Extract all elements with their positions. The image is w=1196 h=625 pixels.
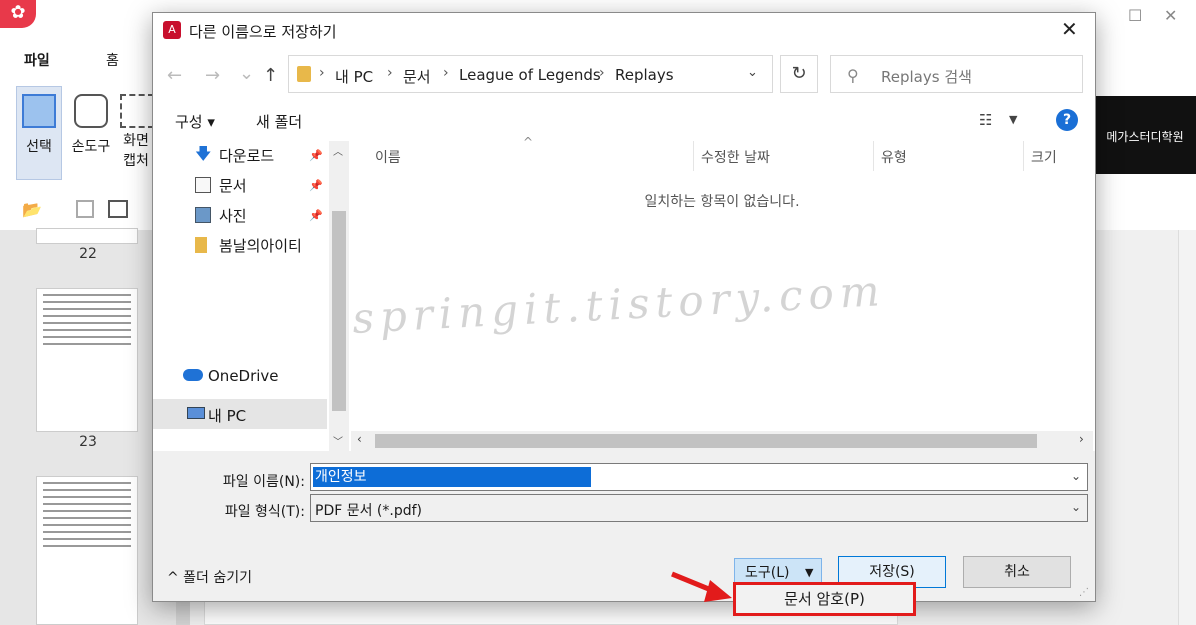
picture-icon: [195, 207, 211, 223]
list-scroll-thumb[interactable]: [375, 434, 1037, 448]
help-icon[interactable]: ?: [1056, 109, 1078, 131]
breadcrumb-separator: ›: [319, 65, 325, 81]
close-icon[interactable]: ✕: [1164, 6, 1177, 25]
breadcrumb-separator: ›: [387, 65, 393, 81]
column-divider: [1023, 141, 1024, 171]
empty-message: 일치하는 항목이 없습니다.: [644, 194, 800, 210]
address-bar[interactable]: › 내 PC › 문서 › League of Legends › Replay…: [288, 55, 773, 93]
download-icon: 🡇: [195, 144, 212, 163]
document-scrollbar[interactable]: [1178, 230, 1196, 625]
tool-capture-label-2: 캡처: [123, 153, 149, 169]
tool-select-label: 선택: [26, 139, 52, 155]
tools-button-label: 도구(L): [745, 565, 790, 581]
nav-item-onedrive[interactable]: OneDrive: [208, 367, 279, 385]
thumbnail-24[interactable]: [36, 476, 138, 625]
ribbon-tab-file[interactable]: 파일: [24, 50, 50, 70]
search-placeholder: Replays 검색: [881, 68, 972, 86]
breadcrumb-separator: ›: [599, 65, 605, 81]
scroll-down-icon[interactable]: ﹀: [333, 433, 343, 448]
close-icon[interactable]: ✕: [1061, 17, 1078, 41]
pin-icon: 📌: [309, 149, 323, 162]
nav-item-downloads[interactable]: 다운로드: [219, 145, 274, 166]
refresh-icon[interactable]: ↻: [780, 55, 818, 93]
hand-icon: [74, 94, 108, 128]
save-all-icon[interactable]: [108, 200, 128, 218]
list-horizontal-scrollbar[interactable]: ‹ ›: [351, 431, 1093, 451]
dialog-title: 다른 이름으로 저장하기: [189, 23, 337, 41]
page-number-22: 22: [79, 246, 97, 262]
breadcrumb-lol[interactable]: League of Legends: [459, 66, 601, 84]
cloud-icon: [183, 369, 203, 381]
filetype-label: 파일 형식(T):: [224, 504, 305, 520]
filename-label: 파일 이름(N):: [222, 474, 305, 490]
document-icon: [195, 177, 211, 193]
breadcrumb-separator: ›: [443, 65, 449, 81]
nav-item-my-pc[interactable]: 내 PC: [208, 405, 246, 426]
open-folder-icon[interactable]: 📂: [22, 200, 42, 219]
ad-banner: 메가스터디학원: [1094, 96, 1196, 174]
menu-item-document-password[interactable]: 문서 암호(P): [733, 582, 916, 616]
scroll-left-icon[interactable]: ‹: [357, 432, 362, 446]
column-name[interactable]: 이름: [375, 147, 401, 167]
chevron-down-icon[interactable]: ⌄: [1071, 469, 1081, 483]
search-icon: ⚲: [847, 66, 859, 85]
pin-icon: 📌: [309, 209, 323, 222]
filetype-value: PDF 문서 (*.pdf): [315, 503, 423, 519]
sort-caret-icon: ^: [523, 135, 534, 149]
navigation-pane: 🡇 다운로드 📌 문서 📌 사진 📌 봄날의아이티 OneDrive 내 PC: [153, 139, 349, 451]
column-date[interactable]: 수정한 날짜: [701, 147, 770, 167]
new-folder-button[interactable]: 새 폴더: [256, 111, 302, 132]
chevron-down-icon[interactable]: ⌄: [747, 65, 758, 80]
tool-capture[interactable]: 화면 캡처: [120, 88, 152, 178]
breadcrumb-replays[interactable]: Replays: [615, 66, 674, 84]
scroll-right-icon[interactable]: ›: [1079, 432, 1084, 446]
thumbnail-22[interactable]: [36, 228, 138, 244]
annotation-arrow: [671, 571, 732, 602]
resize-grip-icon[interactable]: ⋰: [1079, 587, 1089, 598]
computer-icon: [187, 407, 205, 419]
column-size[interactable]: 크기: [1031, 147, 1057, 167]
history-chevron-icon[interactable]: ⌄: [239, 63, 254, 84]
app-logo: ✿: [0, 0, 36, 28]
filename-input[interactable]: 개인정보 ⌄: [310, 463, 1088, 491]
hide-folders-toggle[interactable]: ^ 폴더 숨기기: [167, 567, 252, 587]
tool-select[interactable]: 선택: [16, 88, 62, 178]
scroll-up-icon[interactable]: ︿: [333, 143, 343, 158]
nav-item-documents[interactable]: 문서: [219, 175, 247, 196]
breadcrumb-my-pc[interactable]: 내 PC: [335, 66, 373, 87]
back-arrow-icon[interactable]: ←: [167, 65, 182, 86]
folder-icon: [195, 237, 207, 253]
pin-icon: 📌: [309, 179, 323, 192]
organize-button[interactable]: 구성 ▾: [175, 111, 215, 132]
nav-item-pictures[interactable]: 사진: [219, 205, 247, 226]
nav-item-springit[interactable]: 봄날의아이티: [219, 235, 302, 256]
column-type[interactable]: 유형: [881, 147, 907, 167]
select-icon: [22, 94, 56, 128]
folder-icon: [297, 66, 311, 82]
tool-hand-label: 손도구: [71, 139, 111, 155]
column-divider: [873, 141, 874, 171]
tool-hand[interactable]: 손도구: [68, 88, 114, 178]
app-icon: A: [163, 21, 181, 39]
thumbnail-23[interactable]: [36, 288, 138, 432]
ribbon-tab-home[interactable]: 홈: [106, 50, 119, 70]
column-divider: [693, 141, 694, 171]
search-input[interactable]: ⚲ Replays 검색: [830, 55, 1083, 93]
save-icon[interactable]: [76, 200, 94, 218]
forward-arrow-icon[interactable]: →: [205, 65, 220, 86]
cancel-button[interactable]: 취소: [963, 556, 1071, 588]
maximize-icon[interactable]: ☐: [1128, 6, 1142, 25]
filename-selected-text: 개인정보: [313, 467, 591, 487]
chevron-down-icon[interactable]: ⌄: [1071, 500, 1081, 514]
up-arrow-icon[interactable]: ↑: [263, 65, 278, 86]
capture-icon: [120, 94, 152, 128]
filetype-select[interactable]: PDF 문서 (*.pdf) ⌄: [310, 494, 1088, 522]
page-number-23: 23: [79, 434, 97, 450]
view-dropdown-icon[interactable]: ▼: [1009, 113, 1017, 126]
breadcrumb-documents[interactable]: 문서: [403, 66, 431, 87]
view-list-icon[interactable]: ☷: [979, 111, 992, 129]
nav-scrollbar[interactable]: ︿ ﹀: [329, 141, 349, 451]
tool-capture-label-1: 화면: [123, 133, 149, 149]
nav-scroll-thumb[interactable]: [332, 211, 346, 411]
